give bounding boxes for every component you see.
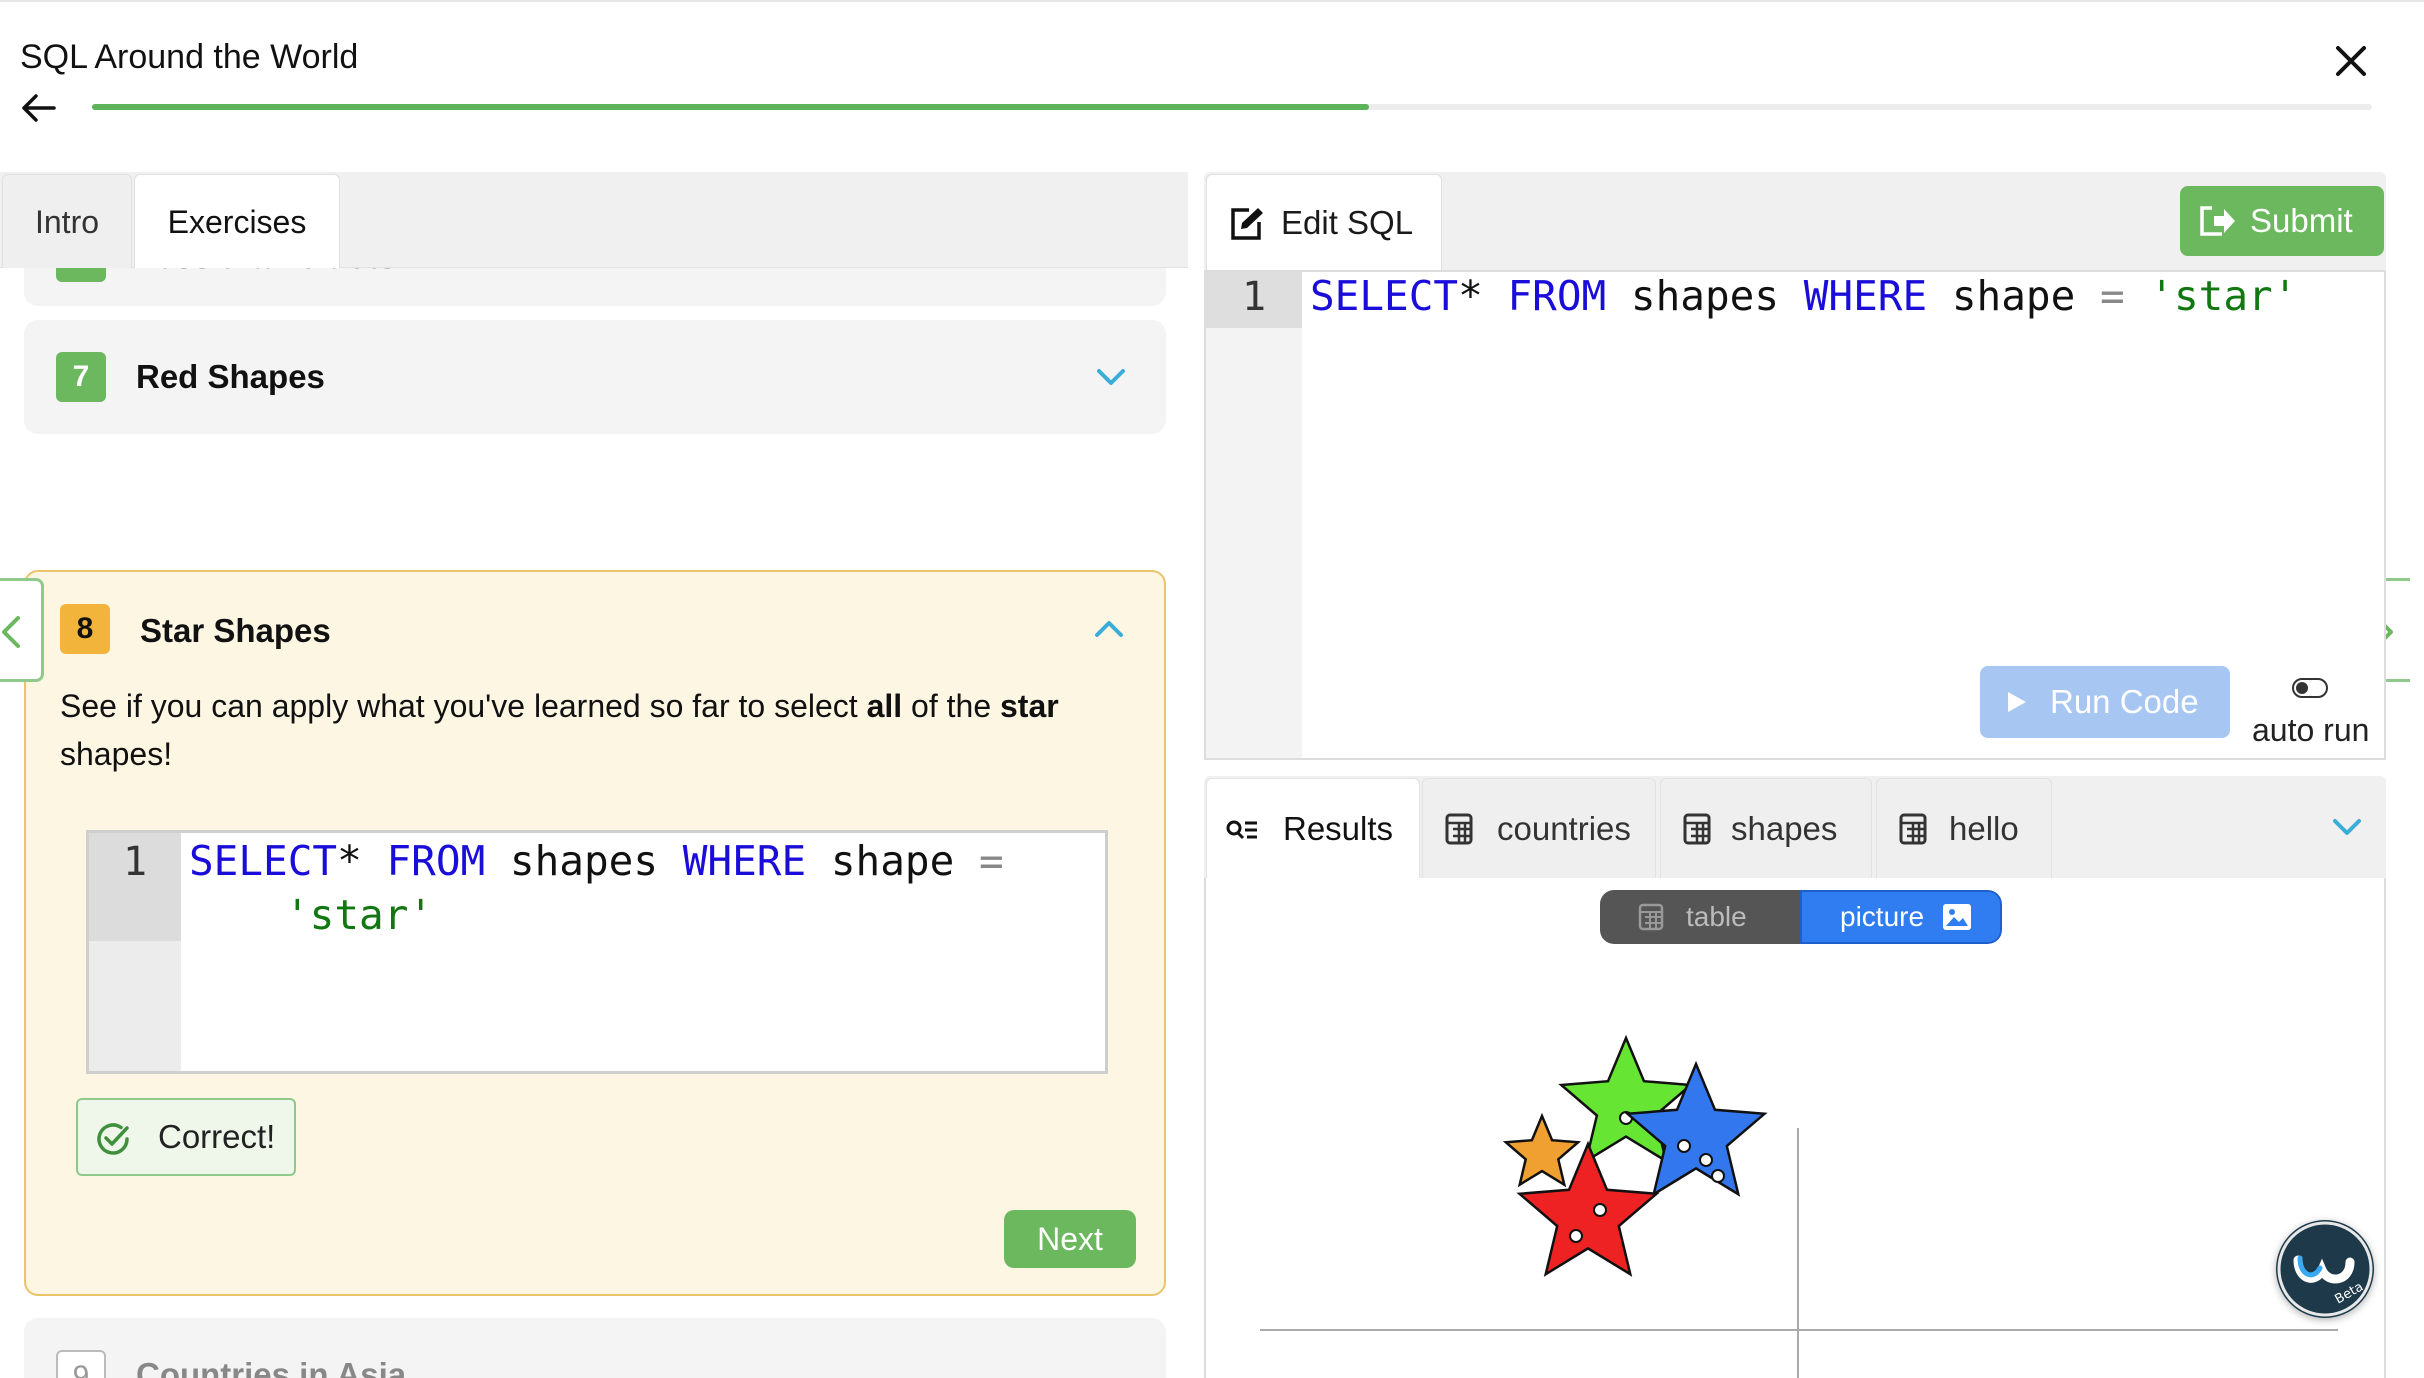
star-group (1502, 1034, 1768, 1277)
exercise-list: 6 Less than 3 dots 7 Red Shapes 8 Star S… (0, 268, 1188, 1378)
prev-panel-button[interactable] (0, 578, 44, 682)
sql-editor[interactable]: 1 SELECT* FROM shapes WHERE shape = 'sta… (1204, 270, 2386, 760)
auto-run-label: auto run (2252, 712, 2370, 748)
app-header: SQL Around the World (0, 0, 2424, 170)
progress-bar (92, 104, 2372, 110)
close-icon[interactable] (2330, 40, 2372, 82)
editor-code-line-1[interactable]: SELECT* FROM shapes WHERE shape = 'star' (1310, 272, 2297, 320)
exercise-title: Star Shapes (140, 612, 331, 649)
tab-hello-label: hello (1949, 810, 2019, 847)
star-dot (1569, 1229, 1583, 1243)
shapes-picture (1260, 1034, 2338, 1378)
star-dot (1677, 1139, 1691, 1153)
tab-intro[interactable]: Intro (2, 174, 132, 268)
page-title: SQL Around the World (20, 38, 359, 76)
exercise-title: Less than 3 dots (136, 268, 396, 276)
chevron-down-icon[interactable] (2330, 810, 2364, 844)
tab-countries[interactable]: countries (1422, 778, 1656, 878)
code-line-1-wrap: 'star' (285, 891, 434, 939)
exercise-card-9[interactable]: 9 Countries in Asia (24, 1318, 1166, 1378)
edit-sql-label: Edit SQL (1281, 204, 1414, 241)
toggle-knob (2296, 682, 2308, 694)
assistant-logo-icon: Beta (2277, 1221, 2373, 1317)
line-number: 1 (122, 839, 148, 885)
correct-status: Correct! (76, 1098, 296, 1176)
chevron-left-icon (2, 616, 20, 648)
assistant-beta-badge[interactable]: Beta (2276, 1220, 2374, 1318)
results-panel: table picture (1204, 878, 2386, 1378)
exercise-card-6[interactable]: 6 Less than 3 dots (24, 268, 1166, 306)
exercise-title: Countries in Asia (136, 1356, 407, 1378)
tab-results[interactable]: Results (1206, 778, 1420, 878)
submit-icon (2200, 206, 2235, 236)
chevron-down-icon[interactable] (1094, 360, 1128, 394)
exercise-title: Red Shapes (136, 358, 325, 395)
run-code-label: Run Code (2050, 683, 2199, 720)
tab-edit-sql[interactable]: Edit SQL (1206, 174, 1442, 270)
star-dot (1711, 1169, 1725, 1183)
submit-button[interactable]: Submit (2180, 186, 2384, 256)
exercise-pane: Intro Exercises 6 Less than 3 dots 7 Red… (0, 172, 1188, 1378)
table-icon (1445, 813, 1473, 845)
edit-icon (1231, 208, 1263, 240)
tab-exercises[interactable]: Exercises (134, 174, 340, 268)
tab-countries-label: countries (1497, 810, 1631, 847)
editor-tab-bar: Edit SQL Submit (1204, 172, 2386, 270)
exercise-card-7[interactable]: 7 Red Shapes (24, 320, 1166, 434)
star-dot (1593, 1203, 1607, 1217)
tab-shapes-label: shapes (1731, 810, 1838, 847)
solution-code-viewer[interactable]: 1 SELECT* FROM shapes WHERE shape = 'sta… (86, 830, 1108, 1074)
tab-results-label: Results (1283, 810, 1394, 847)
code-line-1: SELECT* FROM shapes WHERE shape = (189, 837, 1004, 885)
exercise-number-badge: 6 (56, 268, 106, 282)
exercise-description: See if you can apply what you've learned… (60, 688, 1059, 772)
search-list-icon (1226, 820, 1257, 840)
left-tabs: Intro Exercises (0, 172, 1188, 268)
editor-line-number: 1 (1241, 274, 1267, 320)
exercise-card-8: 8 Star Shapes See if you can apply what … (24, 570, 1166, 1296)
sql-workspace: Edit SQL Submit 1 SELECT* FROM shapes WH… (1204, 172, 2386, 1378)
play-icon (2008, 692, 2026, 712)
exercise-number-badge: 9 (56, 1350, 106, 1378)
exercise-number-badge: 8 (60, 604, 110, 654)
chevron-up-icon[interactable] (1092, 612, 1126, 646)
back-arrow-icon[interactable] (18, 88, 58, 128)
table-icon (1683, 813, 1711, 845)
run-code-button[interactable]: Run Code (1980, 666, 2230, 738)
submit-label: Submit (2250, 202, 2353, 239)
table-icon (1899, 813, 1927, 845)
star-shape (1502, 1112, 1582, 1188)
progress-fill (92, 104, 1369, 110)
star-dot (1699, 1153, 1713, 1167)
editor-gutter (1206, 272, 1302, 758)
auto-run-toggle[interactable] (2292, 678, 2328, 698)
tab-shapes[interactable]: shapes (1660, 778, 1872, 878)
tab-hello[interactable]: hello (1876, 778, 2052, 878)
correct-label: Correct! (158, 1118, 276, 1155)
next-button[interactable]: Next (1004, 1210, 1136, 1268)
exercise-number-badge: 7 (56, 352, 106, 402)
check-circle-icon (97, 1123, 129, 1155)
results-tab-bar: Results countries shapes hello (1204, 776, 2386, 878)
